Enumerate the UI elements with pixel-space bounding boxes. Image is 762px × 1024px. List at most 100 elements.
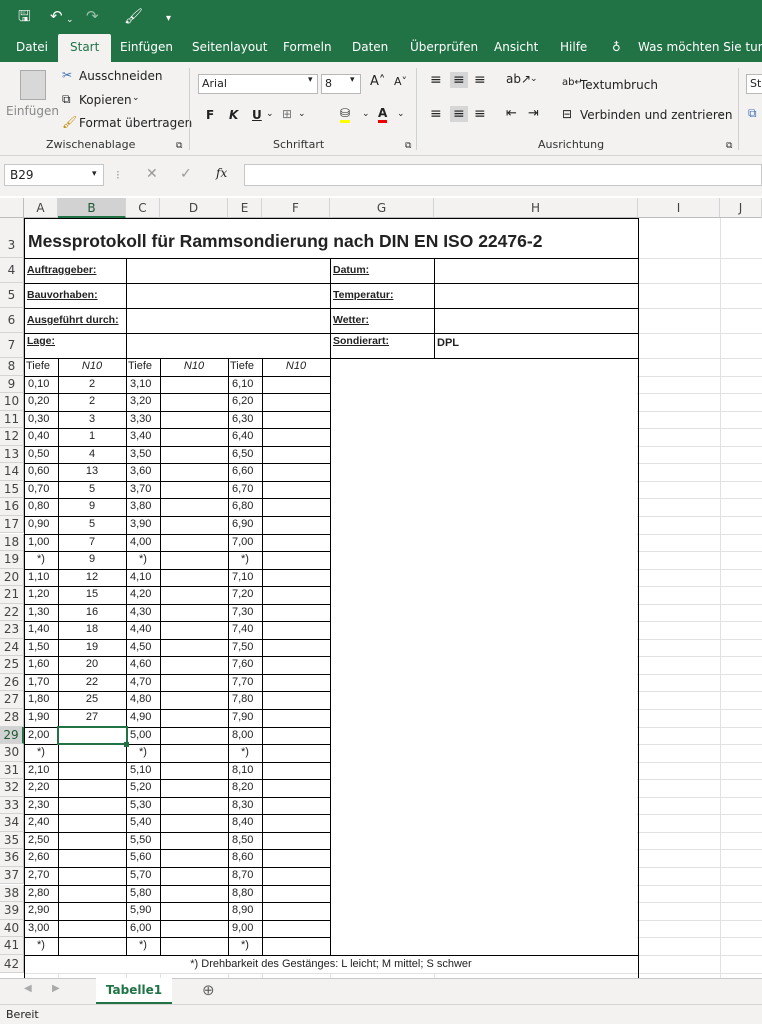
chevron-down-icon[interactable]: ⌄ [397, 109, 405, 119]
row-header[interactable]: 35 [0, 831, 24, 850]
depth-value[interactable]: 1,00 [24, 534, 58, 552]
column-header-g[interactable]: G [330, 198, 434, 218]
row-header[interactable]: 40 [0, 919, 24, 938]
depth-value[interactable]: 0,30 [24, 411, 58, 429]
depth-value[interactable]: 5,40 [126, 814, 160, 832]
align-top-icon[interactable]: ≡ [430, 72, 442, 88]
depth-value[interactable]: 3,90 [126, 516, 160, 534]
n10-value[interactable]: 1 [58, 428, 126, 446]
border-icon[interactable]: ⊞ [282, 107, 292, 121]
label-temperatur[interactable]: Temperatur: [330, 283, 434, 308]
row-header[interactable]: 5 [0, 283, 24, 308]
chevron-down-icon[interactable]: ▾ [92, 169, 97, 179]
depth-value[interactable]: 1,30 [24, 604, 58, 622]
row-header[interactable]: 8 [0, 358, 24, 376]
n10-value[interactable]: 19 [58, 639, 126, 657]
n10-value[interactable] [58, 797, 126, 815]
row-header[interactable]: 39 [0, 902, 24, 920]
depth-value[interactable]: 5,30 [126, 797, 160, 815]
n10-value[interactable]: 5 [58, 481, 126, 499]
chevron-down-icon[interactable]: ⌄ [298, 109, 306, 119]
label-sondierart[interactable]: Sondierart: [330, 333, 434, 358]
italic-button[interactable]: K [229, 108, 238, 122]
n10-value[interactable]: 16 [58, 604, 126, 622]
depth-value[interactable]: 3,50 [126, 446, 160, 464]
n10-value[interactable]: 2 [58, 393, 126, 411]
paste-button[interactable]: Einfügen [6, 104, 59, 118]
add-sheet-icon[interactable]: ⊕ [202, 981, 215, 999]
chevron-down-icon[interactable]: ⌄ [266, 109, 274, 119]
depth-value[interactable]: 5,50 [126, 832, 160, 850]
depth-value[interactable]: 7,00 [228, 534, 262, 552]
depth-value[interactable]: 4,80 [126, 691, 160, 709]
depth-value[interactable]: 8,20 [228, 779, 262, 797]
depth-value[interactable]: 0,10 [24, 376, 58, 394]
format-painter-button[interactable]: Format übertragen [79, 116, 192, 130]
grow-font-icon[interactable]: A˄ [370, 74, 385, 89]
depth-value[interactable]: 5,70 [126, 867, 160, 885]
depth-value[interactable]: 2,10 [24, 762, 58, 780]
copy-button[interactable]: Kopieren [79, 93, 132, 107]
save-icon[interactable]: 🖫 [18, 7, 31, 25]
depth-value[interactable]: 2,40 [24, 814, 58, 832]
wrap-text-button[interactable]: Textumbruch [580, 78, 658, 92]
label-ausgefuehrt[interactable]: Ausgeführt durch: [24, 308, 128, 333]
depth-value[interactable]: 6,60 [228, 463, 262, 481]
row-header[interactable]: 23 [0, 621, 24, 639]
depth-value[interactable]: 4,50 [126, 639, 160, 657]
number-format-select[interactable]: Sta [746, 74, 762, 94]
depth-value[interactable]: 2,80 [24, 885, 58, 903]
depth-value[interactable]: 6,30 [228, 411, 262, 429]
row-header[interactable]: 6 [0, 308, 24, 333]
increase-indent-icon[interactable]: ⇥ [528, 106, 539, 121]
depth-value[interactable]: 8,70 [228, 867, 262, 885]
row-header[interactable]: 13 [0, 445, 24, 464]
depth-value[interactable]: 6,80 [228, 498, 262, 516]
row-header[interactable]: 33 [0, 796, 24, 815]
chevron-down-icon[interactable]: ⌄ [132, 93, 140, 103]
column-header-i[interactable]: I [638, 198, 720, 218]
depth-value[interactable]: 3,40 [126, 428, 160, 446]
depth-value[interactable]: 6,90 [228, 516, 262, 534]
depth-value[interactable]: 0,20 [24, 393, 58, 411]
row-header[interactable]: 41 [0, 937, 24, 955]
depth-value[interactable]: 5,90 [126, 902, 160, 920]
font-size-select[interactable]: 8 [321, 74, 361, 94]
row-header[interactable]: 28 [0, 709, 24, 727]
undo-icon[interactable]: ↶ [50, 7, 63, 25]
tell-me-search[interactable]: Was möchten Sie tun? [636, 34, 762, 62]
row-header[interactable]: 25 [0, 656, 24, 674]
n10-value[interactable] [58, 832, 126, 850]
row-header[interactable]: 21 [0, 586, 24, 604]
depth-value[interactable]: 3,80 [126, 498, 160, 516]
align-left-icon[interactable]: ≡ [430, 106, 442, 122]
n10-value[interactable]: 25 [58, 691, 126, 709]
depth-value[interactable]: 7,60 [228, 656, 262, 674]
confirm-icon[interactable]: ✓ [180, 166, 192, 182]
align-bottom-icon[interactable]: ≡ [474, 72, 486, 88]
depth-value[interactable]: 7,40 [228, 621, 262, 639]
n10-value[interactable] [58, 920, 126, 938]
row-header[interactable]: 14 [0, 463, 24, 481]
n10-value[interactable]: 22 [58, 674, 126, 692]
depth-value[interactable]: 2,20 [24, 779, 58, 797]
underline-button[interactable]: U [252, 108, 262, 122]
depth-value[interactable]: *) [126, 937, 160, 955]
depth-value[interactable]: 8,90 [228, 902, 262, 920]
row-header[interactable]: 31 [0, 761, 24, 780]
tab-daten[interactable]: Daten [350, 34, 390, 62]
depth-value[interactable]: 0,80 [24, 498, 58, 516]
depth-value[interactable]: 7,80 [228, 691, 262, 709]
paint-icon[interactable]: 🖌 [124, 7, 143, 25]
n10-value[interactable]: 5 [58, 516, 126, 534]
depth-value[interactable]: *) [228, 937, 262, 955]
row-header[interactable]: 24 [0, 638, 24, 657]
n10-value[interactable] [58, 779, 126, 797]
tab-start[interactable]: Start [58, 34, 112, 62]
column-header-a[interactable]: A [24, 198, 58, 218]
column-header-e[interactable]: E [228, 198, 262, 218]
depth-value[interactable]: 3,70 [126, 481, 160, 499]
depth-value[interactable]: 5,20 [126, 779, 160, 797]
n10-value[interactable]: 9 [58, 551, 126, 569]
column-header-f[interactable]: F [262, 198, 330, 218]
